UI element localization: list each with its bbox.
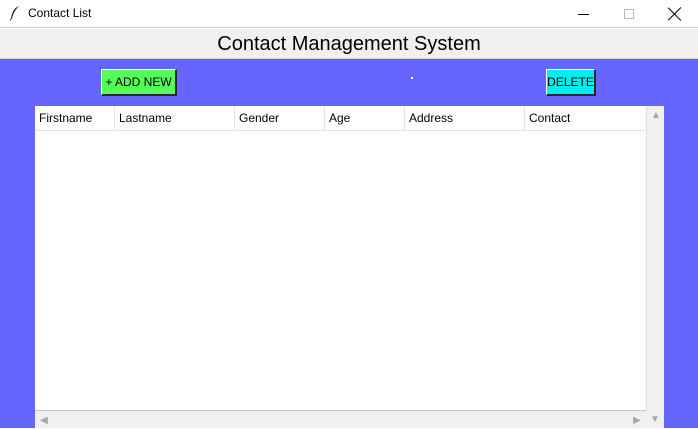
column-header-firstname[interactable]: Firstname: [35, 106, 115, 131]
maximize-icon: [624, 9, 634, 19]
table-body[interactable]: [35, 131, 646, 410]
scroll-up-icon[interactable]: ▲: [647, 106, 665, 124]
vertical-scrollbar[interactable]: ▲: [646, 106, 664, 410]
window-title: Contact List: [28, 6, 92, 20]
add-new-button[interactable]: + ADD NEW: [101, 69, 177, 96]
column-header-age[interactable]: Age: [325, 106, 405, 131]
divider-dot: [411, 77, 413, 79]
feather-icon: [9, 6, 19, 21]
scroll-left-icon[interactable]: ◀: [35, 411, 53, 429]
scrollbar-corner: ▼: [646, 410, 664, 428]
scroll-down-icon[interactable]: ▼: [646, 410, 664, 428]
main-panel: + ADD NEW DELETE Firstname Lastname Gend…: [0, 59, 698, 428]
header-bar: Contact Management System: [0, 29, 698, 59]
close-button[interactable]: [652, 0, 698, 28]
column-header-gender[interactable]: Gender: [235, 106, 325, 131]
table-header: Firstname Lastname Gender Age Address Co…: [35, 106, 646, 131]
column-header-lastname[interactable]: Lastname: [115, 106, 235, 131]
horizontal-scrollbar[interactable]: ◀ ▶: [35, 410, 646, 428]
maximize-button[interactable]: [606, 0, 652, 28]
column-header-contact[interactable]: Contact: [525, 106, 646, 131]
close-icon: [668, 7, 682, 21]
contacts-table[interactable]: Firstname Lastname Gender Age Address Co…: [35, 106, 664, 428]
delete-button[interactable]: DELETE: [546, 69, 596, 96]
minimize-button[interactable]: [560, 0, 606, 28]
title-bar: Contact List: [0, 0, 698, 28]
page-title: Contact Management System: [217, 33, 481, 55]
minimize-icon: [577, 13, 589, 15]
column-header-address[interactable]: Address: [405, 106, 525, 131]
scroll-right-icon[interactable]: ▶: [628, 411, 646, 429]
